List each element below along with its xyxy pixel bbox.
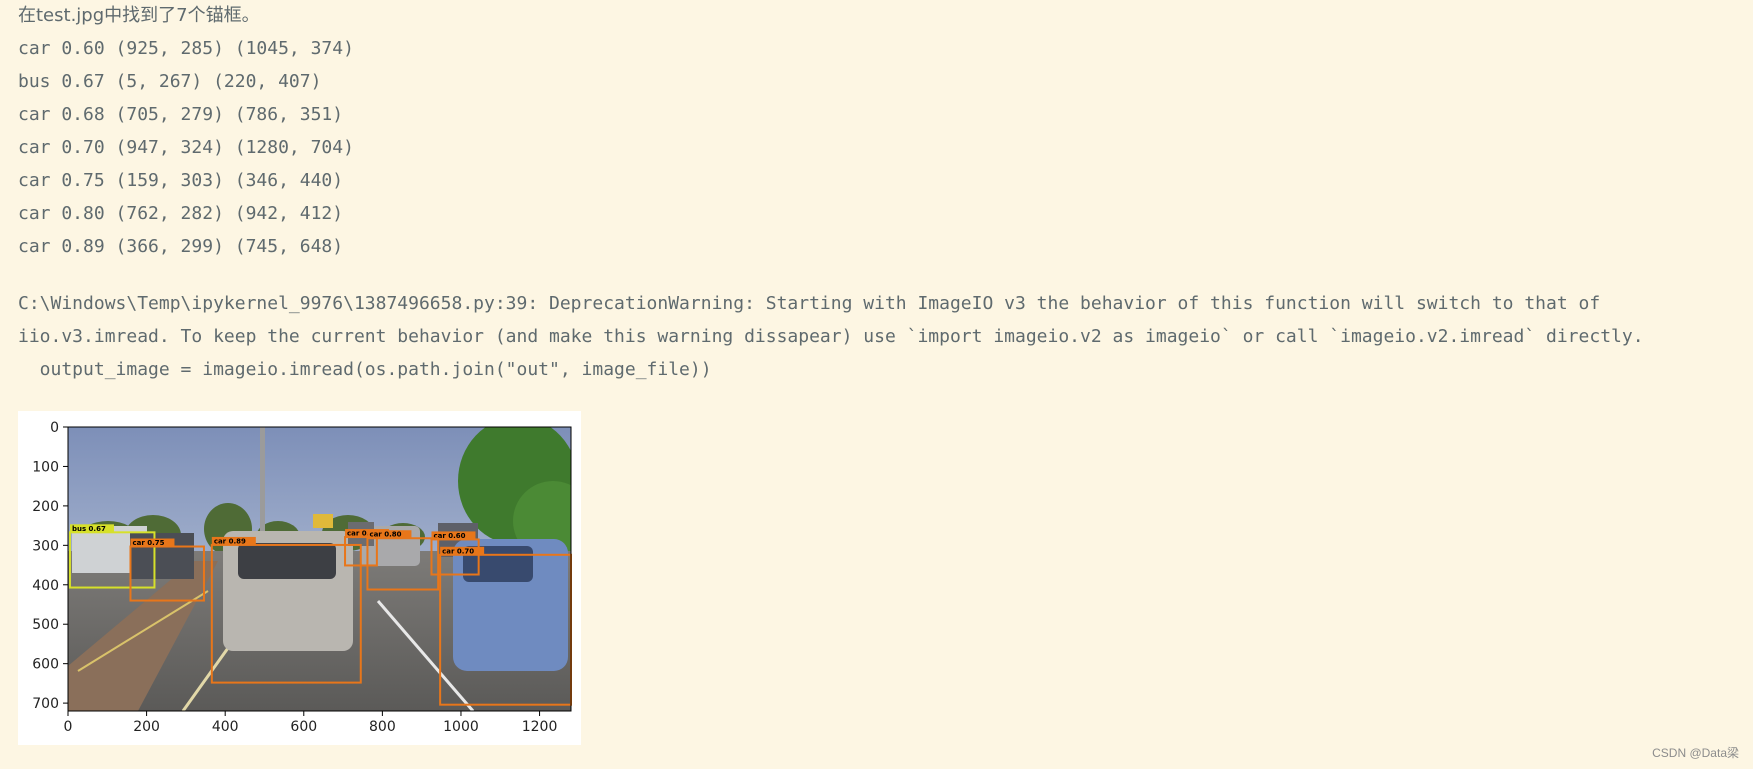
y-tick-label: 200 bbox=[32, 499, 59, 515]
detection-label: car 0.75 bbox=[132, 539, 164, 547]
warning-line-3: output_image = imageio.imread(os.path.jo… bbox=[18, 359, 712, 380]
output-figure: car 0.60 bus 0.67 car 0.68 car 0.70 car 0.75… bbox=[18, 411, 581, 745]
warning-line-2: iio.v3.imread. To keep the current behav… bbox=[18, 326, 1644, 347]
x-tick-label: 1000 bbox=[443, 719, 479, 735]
warning-line-1: C:\Windows\Temp\ipykernel_9976\138749665… bbox=[18, 293, 1601, 314]
detection-line: bus 0.67 (5, 267) (220, 407) bbox=[18, 71, 322, 92]
detection-line: car 0.75 (159, 303) (346, 440) bbox=[18, 170, 344, 191]
y-tick-label: 0 bbox=[50, 420, 59, 436]
detection-line: car 0.68 (705, 279) (786, 351) bbox=[18, 104, 344, 125]
detection-line: car 0.80 (762, 282) (942, 412) bbox=[18, 203, 344, 224]
y-tick-label: 300 bbox=[32, 538, 59, 554]
detection-line: car 0.60 (925, 285) (1045, 374) bbox=[18, 38, 354, 59]
x-tick-label: 0 bbox=[64, 719, 73, 735]
x-tick-label: 200 bbox=[133, 719, 160, 735]
summary-text: 在test.jpg中找到了7个锚框。 bbox=[18, 5, 260, 26]
matplotlib-axes: car 0.60bus 0.67car 0.68car 0.70car 0.75… bbox=[32, 420, 573, 735]
y-axis: 0 100 200 300 400 500 600 700 bbox=[32, 420, 68, 712]
y-tick-label: 400 bbox=[32, 578, 59, 594]
detection-label: car 0.89 bbox=[214, 537, 246, 545]
watermark: CSDN @Data梁 bbox=[1652, 746, 1739, 760]
detection-line: car 0.70 (947, 324) (1280, 704) bbox=[18, 137, 354, 158]
detection-label: bus 0.67 bbox=[72, 525, 106, 533]
x-axis: 0 200 400 600 800 1000 1200 bbox=[64, 711, 558, 735]
detection-label: car 0.80 bbox=[369, 531, 401, 539]
x-tick-label: 1200 bbox=[522, 719, 558, 735]
photo-scene bbox=[68, 427, 571, 711]
y-tick-label: 600 bbox=[32, 657, 59, 673]
y-tick-label: 100 bbox=[32, 459, 59, 475]
detection-line: car 0.89 (366, 299) (745, 648) bbox=[18, 236, 344, 257]
y-tick-label: 500 bbox=[32, 617, 59, 633]
detection-label: car 0.70 bbox=[442, 547, 474, 555]
y-tick-label: 700 bbox=[32, 696, 59, 712]
x-tick-label: 400 bbox=[212, 719, 239, 735]
x-tick-label: 600 bbox=[290, 719, 317, 735]
x-tick-label: 800 bbox=[369, 719, 396, 735]
